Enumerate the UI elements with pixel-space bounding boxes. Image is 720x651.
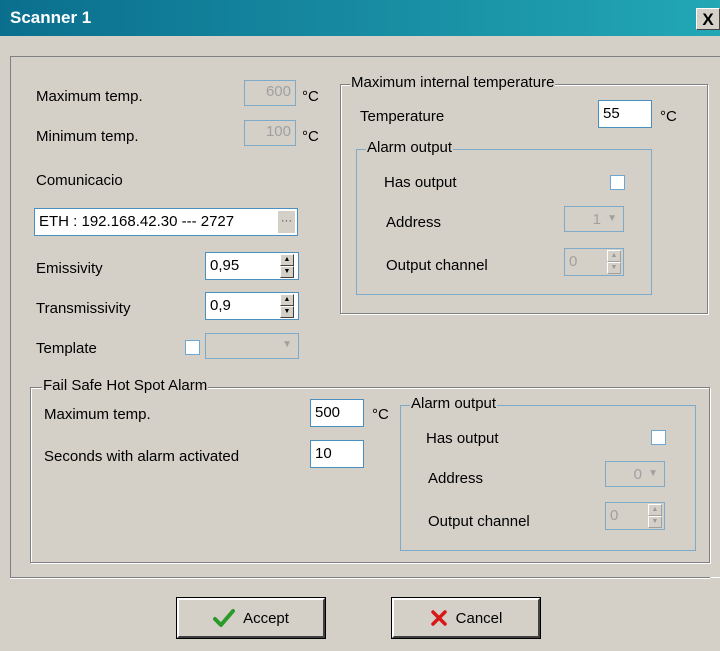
bottom-separator bbox=[10, 577, 710, 579]
comm-field[interactable]: ETH : 192.168.42.30 --- 2727 bbox=[34, 208, 298, 236]
failsafe-max-temp-unit: °C bbox=[372, 406, 389, 423]
window-title: Scanner 1 bbox=[10, 8, 92, 27]
failsafe-channel-label: Output channel bbox=[428, 513, 530, 530]
internal-temp-label: Temperature bbox=[360, 108, 445, 125]
internal-alarm-legend: Alarm output bbox=[366, 139, 454, 156]
internal-address-label: Address bbox=[386, 214, 442, 231]
failsafe-address-dropdown[interactable]: 0 ▼ bbox=[605, 461, 665, 487]
min-temp-input[interactable]: 100 bbox=[244, 120, 296, 146]
internal-channel-value: 0 bbox=[569, 253, 578, 270]
min-temp-unit: °C bbox=[302, 128, 319, 145]
failsafe-channel-value: 0 bbox=[610, 507, 619, 524]
internal-channel-label: Output channel bbox=[386, 257, 488, 274]
comm-label: Comunicacio bbox=[36, 172, 123, 189]
x-icon bbox=[430, 610, 447, 626]
max-temp-input[interactable]: 600 bbox=[244, 80, 296, 106]
accept-label: Accept bbox=[243, 609, 289, 627]
failsafe-channel-down-button[interactable]: ▼ bbox=[648, 516, 662, 528]
internal-channel-spinner[interactable]: 0 ▲ ▼ bbox=[564, 248, 624, 276]
failsafe-alarm-legend: Alarm output bbox=[410, 395, 498, 412]
internal-channel-up-button[interactable]: ▲ bbox=[607, 250, 621, 262]
emissivity-up-button[interactable]: ▲ bbox=[280, 254, 294, 266]
template-dropdown[interactable]: ▼ bbox=[205, 333, 299, 359]
internal-address-dropdown[interactable]: 1 ▼ bbox=[564, 206, 624, 232]
failsafe-has-output-checkbox[interactable] bbox=[651, 430, 666, 445]
min-temp-label: Minimum temp. bbox=[36, 128, 139, 145]
max-temp-unit: °C bbox=[302, 88, 319, 105]
internal-has-output-checkbox[interactable] bbox=[610, 175, 625, 190]
max-temp-label: Maximum temp. bbox=[36, 88, 143, 105]
internal-temp-legend: Maximum internal temperature bbox=[350, 74, 556, 91]
failsafe-address-value: 0 bbox=[633, 466, 642, 483]
internal-address-value: 1 bbox=[592, 211, 601, 228]
transmissivity-down-button[interactable]: ▼ bbox=[280, 306, 294, 318]
title-bar bbox=[0, 0, 720, 36]
cancel-label: Cancel bbox=[455, 609, 503, 627]
emissivity-label: Emissivity bbox=[36, 260, 103, 277]
failsafe-channel-spinner[interactable]: 0 ▲ ▼ bbox=[605, 502, 665, 530]
comm-browse-button[interactable]: ··· bbox=[278, 211, 295, 233]
internal-temp-input[interactable]: 55 bbox=[598, 100, 652, 128]
chevron-down-icon: ▼ bbox=[648, 468, 658, 479]
template-checkbox[interactable] bbox=[185, 340, 200, 355]
emissivity-down-button[interactable]: ▼ bbox=[280, 266, 294, 278]
template-label: Template bbox=[36, 340, 97, 357]
close-button[interactable]: X bbox=[696, 8, 720, 30]
internal-temp-unit: °C bbox=[660, 108, 677, 125]
failsafe-channel-up-button[interactable]: ▲ bbox=[648, 504, 662, 516]
transmissivity-label: Transmissivity bbox=[36, 300, 131, 317]
chevron-down-icon: ▼ bbox=[607, 213, 617, 224]
failsafe-has-output-label: Has output bbox=[426, 430, 499, 447]
failsafe-seconds-label: Seconds with alarm activated bbox=[44, 448, 240, 465]
failsafe-address-label: Address bbox=[428, 470, 484, 487]
transmissivity-up-button[interactable]: ▲ bbox=[280, 294, 294, 306]
internal-channel-down-button[interactable]: ▼ bbox=[607, 262, 621, 274]
accept-button[interactable]: Accept bbox=[176, 597, 326, 639]
failsafe-legend: Fail Safe Hot Spot Alarm bbox=[42, 377, 209, 394]
checkmark-icon bbox=[213, 609, 236, 627]
failsafe-max-temp-input[interactable]: 500 bbox=[310, 399, 364, 427]
chevron-down-icon: ▼ bbox=[282, 339, 292, 350]
failsafe-max-temp-label: Maximum temp. bbox=[44, 406, 151, 423]
failsafe-seconds-input[interactable]: 10 bbox=[310, 440, 364, 468]
internal-has-output-label: Has output bbox=[384, 174, 457, 191]
cancel-button[interactable]: Cancel bbox=[391, 597, 541, 639]
